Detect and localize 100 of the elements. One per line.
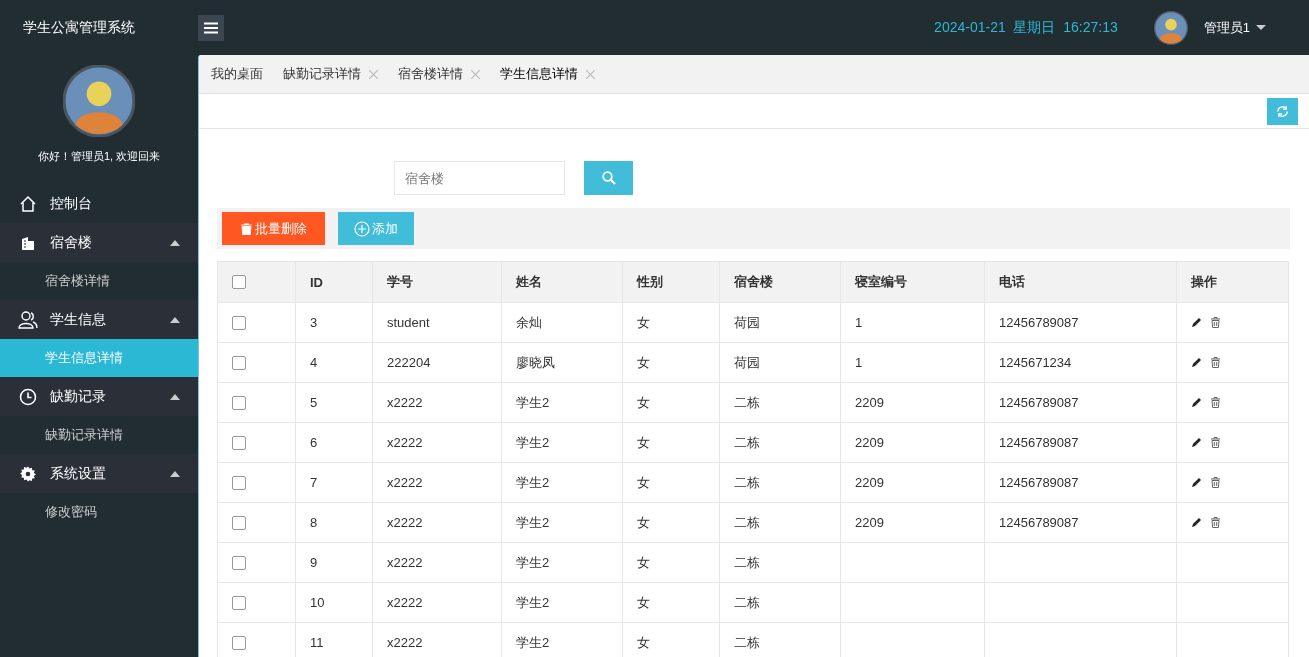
table-cell: 1245671234 — [984, 342, 1177, 383]
clock-icon — [19, 387, 37, 406]
trash-icon[interactable] — [1210, 397, 1221, 408]
table-cell: 二栋 — [719, 542, 841, 583]
table-cell: 学生2 — [501, 422, 623, 463]
trash-icon — [240, 222, 253, 235]
column-header: 性别 — [622, 261, 720, 303]
avatar — [1153, 10, 1188, 45]
search-button[interactable] — [584, 161, 633, 195]
table-cell: 女 — [622, 422, 720, 463]
table-cell: x2222 — [372, 582, 502, 623]
table-cell: 女 — [622, 382, 720, 423]
trash-icon[interactable] — [1210, 317, 1221, 328]
column-header: ID — [295, 261, 373, 303]
checkbox[interactable] — [232, 435, 246, 450]
checkbox[interactable] — [232, 395, 246, 410]
table-cell: 3 — [295, 302, 373, 343]
sidebar-item[interactable]: 控制台 — [0, 184, 198, 223]
column-header: 宿舍楼 — [719, 261, 841, 303]
table-cell: x2222 — [372, 422, 502, 463]
close-icon[interactable] — [471, 69, 480, 79]
table-cell: 10 — [295, 582, 373, 623]
menu-icon — [204, 21, 218, 34]
caret-up-icon — [170, 239, 180, 246]
edit-icon[interactable] — [1191, 317, 1202, 328]
trash-icon[interactable] — [1210, 357, 1221, 368]
table-cell: 二栋 — [719, 422, 841, 463]
column-header: 学号 — [372, 261, 502, 303]
table-cell: 7 — [295, 462, 373, 503]
edit-icon[interactable] — [1191, 357, 1202, 368]
home-icon — [19, 194, 37, 213]
table-cell: 222204 — [372, 342, 502, 383]
plus-circle-icon — [354, 220, 370, 237]
table-cell: 余灿 — [501, 302, 623, 343]
search-icon — [601, 171, 616, 185]
edit-icon[interactable] — [1191, 517, 1202, 528]
search-field[interactable]: 宿舍楼 — [394, 161, 565, 195]
menu-button[interactable] — [198, 14, 224, 41]
checkbox[interactable] — [232, 275, 246, 289]
avatar — [63, 65, 135, 137]
column-header: 姓名 — [501, 261, 623, 303]
table-cell: 廖晓凤 — [501, 342, 623, 383]
close-icon[interactable] — [586, 69, 595, 79]
table-cell: x2222 — [372, 542, 502, 583]
checkbox[interactable] — [232, 475, 246, 490]
sidebar-item[interactable]: 学生信息 — [0, 300, 198, 339]
refresh-button[interactable] — [1267, 97, 1298, 125]
table-cell: 二栋 — [719, 502, 841, 543]
table-cell: 4 — [295, 342, 373, 383]
sidebar-item[interactable]: 缺勤记录 — [0, 377, 198, 416]
table-cell: 12456789087 — [984, 462, 1177, 503]
edit-icon[interactable] — [1191, 397, 1202, 408]
table-cell: 12456789087 — [984, 502, 1177, 543]
table-cell: 12456789087 — [984, 422, 1177, 463]
table-cell: 学生2 — [501, 462, 623, 503]
trash-icon[interactable] — [1210, 517, 1221, 528]
edit-icon[interactable] — [1191, 477, 1202, 488]
table-cell: x2222 — [372, 382, 502, 423]
table-cell: student — [372, 302, 502, 343]
table-cell: 12456789087 — [984, 382, 1177, 423]
tab[interactable]: 缺勤记录详情 — [283, 55, 378, 93]
table-cell: 女 — [622, 542, 720, 583]
checkbox[interactable] — [232, 555, 246, 570]
checkbox[interactable] — [232, 515, 246, 530]
checkbox[interactable] — [232, 595, 246, 610]
table-cell: 2209 — [840, 422, 985, 463]
refresh-icon — [1276, 104, 1289, 118]
tab[interactable]: 我的桌面 — [211, 55, 263, 93]
table-cell: 学生2 — [501, 382, 623, 423]
table-cell: 女 — [622, 342, 720, 383]
table-cell: 6 — [295, 422, 373, 463]
sidebar-item[interactable]: 宿舍楼 — [0, 223, 198, 262]
table-cell: 女 — [622, 302, 720, 343]
trash-icon[interactable] — [1210, 477, 1221, 488]
edit-icon[interactable] — [1191, 437, 1202, 448]
checkbox[interactable] — [232, 635, 246, 650]
table-cell: 女 — [622, 502, 720, 543]
trash-icon[interactable] — [1210, 437, 1221, 448]
table-cell: 学生2 — [501, 542, 623, 583]
table-cell: 女 — [622, 462, 720, 503]
app-title: 学生公寓管理系统 — [22, 18, 136, 37]
column-header: 操作 — [1176, 261, 1289, 303]
table-cell: 女 — [622, 582, 720, 623]
sidebar-item[interactable]: 系统设置 — [0, 454, 198, 493]
date-time: 2024-01-21 星期日 16:27:13 — [934, 18, 1118, 37]
table-cell: 1 — [840, 342, 985, 383]
tab[interactable]: 学生信息详情 — [500, 55, 595, 93]
table-cell: 二栋 — [719, 382, 841, 423]
caret-down-icon — [1256, 24, 1266, 31]
table-cell: 荷园 — [719, 302, 841, 343]
welcome-text: 你好！管理员1, 欢迎回来 — [37, 149, 161, 164]
table-cell: 9 — [295, 542, 373, 583]
user-menu[interactable]: 管理员1 — [1203, 18, 1266, 37]
user-icon — [18, 309, 38, 330]
checkbox[interactable] — [232, 315, 246, 330]
column-header: 寝室编号 — [840, 261, 985, 303]
tab[interactable]: 宿舍楼详情 — [398, 55, 480, 93]
close-icon[interactable] — [369, 69, 378, 79]
checkbox[interactable] — [232, 355, 246, 370]
table-cell: x2222 — [372, 502, 502, 543]
